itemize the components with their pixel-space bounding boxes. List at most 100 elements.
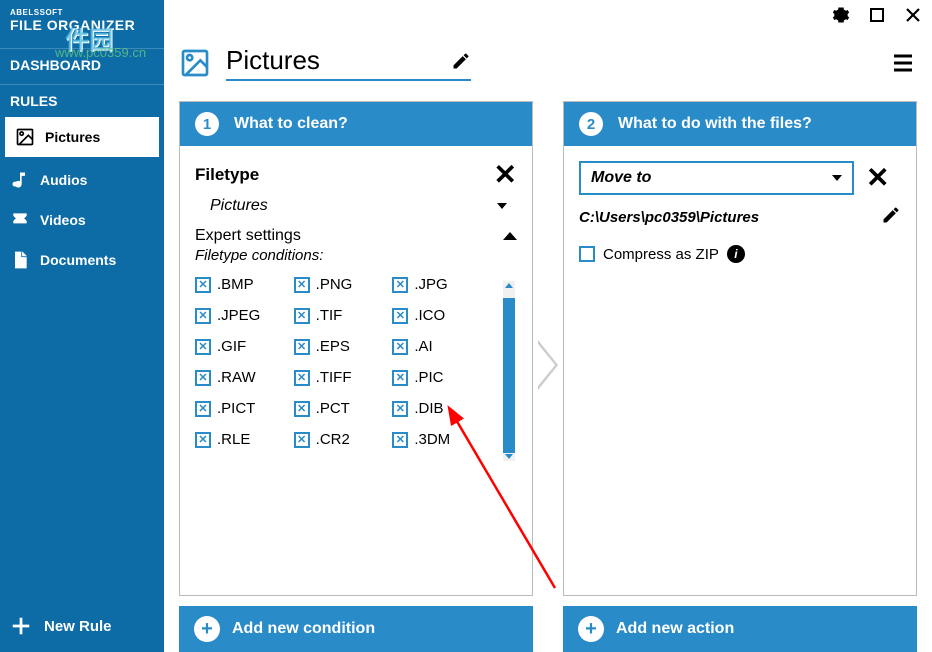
plus-circle-icon: + <box>578 616 604 642</box>
page-title: Pictures <box>226 45 451 76</box>
extension-item[interactable]: ✕ .TIFF <box>294 369 389 386</box>
extension-item[interactable]: ✕ .PICT <box>195 400 290 417</box>
pencil-icon[interactable] <box>881 205 901 230</box>
panels-row: 1 What to clean? Filetype ✕ Pictures Exp… <box>179 101 917 652</box>
extension-label: .PIC <box>414 369 443 386</box>
extension-item[interactable]: ✕ .JPEG <box>195 307 290 324</box>
extension-item[interactable]: ✕.PIC <box>392 369 487 386</box>
filetype-conditions-label: Filetype conditions: <box>195 247 517 264</box>
panel1-header: 1 What to clean? <box>180 102 532 146</box>
sidebar-item-label: Videos <box>40 212 86 228</box>
sidebar: ABELSSOFT FILE ORGANIZER 件园 www.pc0359.c… <box>0 0 164 652</box>
filetype-label: Filetype <box>195 165 259 185</box>
extension-item[interactable]: ✕.CR2 <box>294 431 389 448</box>
panel-what-to-do: 2 What to do with the files? Move to ✕ C… <box>563 101 917 596</box>
extension-item[interactable]: ✕.DIB <box>392 400 487 417</box>
page-header: Pictures <box>179 45 917 81</box>
action-select[interactable]: Move to <box>579 161 854 195</box>
checkbox-icon: ✕ <box>392 339 408 355</box>
extension-label: .DIB <box>414 400 443 417</box>
close-icon[interactable] <box>904 6 922 24</box>
extension-label: .TIFF <box>316 369 352 386</box>
document-icon <box>10 250 30 270</box>
extension-label: .CR2 <box>316 431 350 448</box>
watermark-url: www.pc0359.cn <box>55 45 146 60</box>
panel1-title: What to clean? <box>234 115 348 133</box>
extension-item[interactable]: ✕.GIF <box>195 338 290 355</box>
add-condition-label: Add new condition <box>232 620 375 638</box>
checkbox-icon: ✕ <box>294 277 310 293</box>
maximize-icon[interactable] <box>868 6 886 24</box>
step-number: 2 <box>579 112 603 136</box>
extension-label: .RAW <box>217 369 256 386</box>
gear-icon[interactable] <box>832 6 850 24</box>
sidebar-item-audios[interactable]: Audios <box>0 160 164 200</box>
add-condition-button[interactable]: + Add new condition <box>179 606 533 652</box>
checkbox-icon: ✕ <box>195 308 211 324</box>
compress-label: Compress as ZIP <box>603 246 719 263</box>
extension-label: .PCT <box>316 400 350 417</box>
checkbox-icon: ✕ <box>195 277 211 293</box>
scroll-down-icon[interactable] <box>505 454 513 459</box>
filetype-select[interactable]: Pictures <box>210 197 517 215</box>
extension-label: .ICO <box>414 307 445 324</box>
caret-up-icon[interactable] <box>503 232 517 240</box>
picture-icon <box>179 47 211 79</box>
brand-line1: ABELSSOFT <box>10 8 154 17</box>
extension-item[interactable]: ✕.JPG <box>392 276 487 293</box>
sidebar-item-documents[interactable]: Documents <box>0 240 164 280</box>
extension-label: .TIF <box>316 307 343 324</box>
extensions-grid: ✕.BMP✕.PNG✕.JPG✕.JPEG✕.TIF✕.ICO✕.GIF✕.EP… <box>195 276 517 448</box>
extension-item[interactable]: ✕.RLE <box>195 431 290 448</box>
extension-label: .3DM <box>414 431 450 448</box>
extension-item[interactable]: ✕.EPS <box>294 338 389 355</box>
extension-item[interactable]: ✕.RAW <box>195 369 290 386</box>
scrollbar-thumb[interactable] <box>503 298 515 453</box>
scroll-up-icon[interactable] <box>505 283 513 288</box>
extension-item[interactable]: ✕ .TIF <box>294 307 389 324</box>
extension-item[interactable]: ✕.ICO <box>392 307 487 324</box>
extension-label: .PICT <box>217 400 255 417</box>
extension-item[interactable]: ✕.PNG <box>294 276 389 293</box>
filetype-value: Pictures <box>210 197 268 215</box>
sidebar-item-label: Pictures <box>45 129 100 145</box>
panel2-body: Move to ✕ C:\Users\pc0359\Pictures Com <box>564 146 916 595</box>
info-icon[interactable]: i <box>727 245 745 263</box>
checkbox-icon: ✕ <box>294 370 310 386</box>
scrollbar[interactable] <box>503 281 515 461</box>
rules-section: RULES <box>0 84 164 114</box>
sidebar-item-label: Audios <box>40 172 87 188</box>
pencil-icon[interactable] <box>451 51 471 71</box>
audio-icon <box>10 170 30 190</box>
compress-checkbox[interactable] <box>579 246 595 262</box>
add-action-button[interactable]: + Add new action <box>563 606 917 652</box>
remove-filetype-icon[interactable]: ✕ <box>494 161 517 189</box>
checkbox-icon: ✕ <box>392 432 408 448</box>
extension-item[interactable]: ✕.AI <box>392 338 487 355</box>
new-rule-label: New Rule <box>44 618 112 635</box>
destination-path: C:\Users\pc0359\Pictures <box>579 209 759 226</box>
remove-action-icon[interactable]: ✕ <box>866 164 889 192</box>
logo-area: ABELSSOFT FILE ORGANIZER 件园 www.pc0359.c… <box>0 0 164 48</box>
extension-item[interactable]: ✕ .3DM <box>392 431 487 448</box>
extension-label: .JPEG <box>217 307 260 324</box>
extension-item[interactable]: ✕ .PCT <box>294 400 389 417</box>
extension-item[interactable]: ✕ .BMP <box>195 276 290 293</box>
sidebar-item-videos[interactable]: Videos <box>0 200 164 240</box>
checkbox-icon: ✕ <box>294 308 310 324</box>
new-rule-button[interactable]: New Rule <box>0 600 164 652</box>
extension-label: .BMP <box>217 276 254 293</box>
extension-label: .RLE <box>217 431 250 448</box>
action-value: Move to <box>591 169 651 187</box>
video-icon <box>10 210 30 230</box>
checkbox-icon: ✕ <box>294 339 310 355</box>
sidebar-item-pictures[interactable]: Pictures <box>5 117 159 157</box>
hamburger-icon[interactable] <box>889 51 917 75</box>
page-title-wrap[interactable]: Pictures <box>226 45 471 81</box>
expert-settings-label[interactable]: Expert settings <box>195 227 301 245</box>
panel2-col: 2 What to do with the files? Move to ✕ C… <box>563 101 917 652</box>
panel2-title: What to do with the files? <box>618 115 812 133</box>
checkbox-icon: ✕ <box>195 401 211 417</box>
panel1-body: Filetype ✕ Pictures Expert settings File… <box>180 146 532 595</box>
checkbox-icon: ✕ <box>294 401 310 417</box>
